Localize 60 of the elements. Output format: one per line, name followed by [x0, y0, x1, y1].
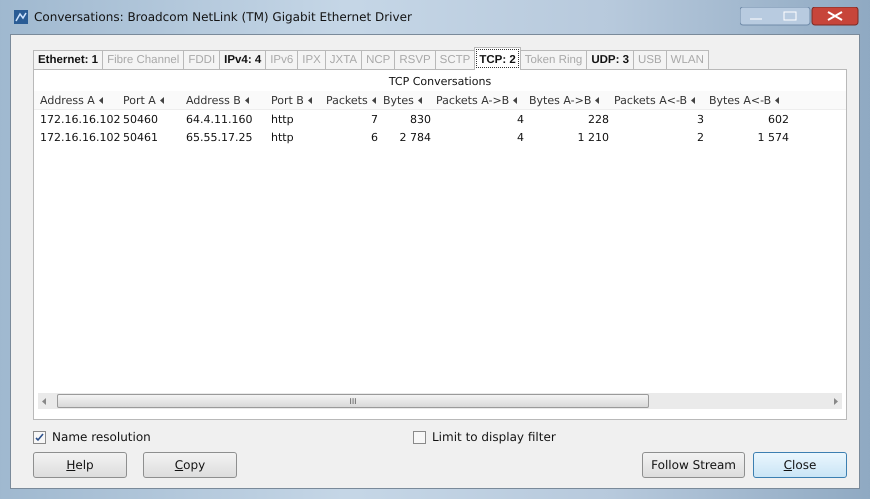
tab[interactable]: IPv4: 4 [219, 50, 266, 69]
table-cell-text: 50460 [123, 112, 159, 126]
window-title: Conversations: Broadcom NetLink (TM) Gigabit Ethernet Driver [34, 10, 412, 24]
table-cell-text: 6 [370, 130, 378, 144]
checkbox[interactable] [33, 430, 46, 444]
sort-arrow-icon [160, 96, 164, 104]
sort-arrow-icon [691, 96, 696, 104]
dialog-button[interactable]: Copy [143, 452, 237, 478]
table-cell-text: 830 [409, 112, 431, 126]
column-header[interactable]: Packets A<-B [614, 94, 688, 106]
scrollbar-thumb[interactable]: III [57, 394, 649, 408]
dialog-button[interactable]: Follow Stream [642, 452, 745, 478]
table-cell-text: http [271, 112, 295, 126]
table-cell-text: http [271, 130, 295, 144]
sort-arrow-icon [775, 96, 780, 104]
checkbox[interactable] [413, 430, 426, 444]
table-cell-text: 2 784 [398, 130, 431, 144]
column-header[interactable]: Packets [326, 94, 368, 106]
scroll-right-icon[interactable] [834, 398, 838, 404]
column-header[interactable]: Port A [123, 94, 156, 106]
table-cell-text: 2 [696, 130, 704, 144]
sort-arrow-icon [513, 96, 518, 104]
column-header[interactable]: Bytes A<-B [709, 94, 772, 106]
scroll-left-icon[interactable] [42, 398, 46, 404]
table-title: TCP Conversations [388, 74, 492, 90]
column-header[interactable]: Address A [40, 94, 95, 106]
table-cell: 172.16.16.102 [40, 130, 118, 144]
table-cell-text: 4 [516, 112, 524, 126]
table-cell: 172.16.16.102 [40, 112, 118, 126]
tab[interactable]: Ethernet: 1 [33, 50, 104, 69]
table-cell-text: 65.55.17.25 [186, 130, 254, 144]
sort-arrow-icon [98, 96, 103, 104]
table-cell-text: 602 [767, 112, 789, 126]
dialog-button[interactable]: Help [33, 452, 127, 478]
checkbox-label: Limit to display filter [432, 430, 556, 444]
sort-arrow-icon [418, 96, 422, 104]
table-cell-text: 3 [696, 112, 704, 126]
column-header[interactable]: Bytes [383, 94, 414, 106]
column-header[interactable]: Packets A->B [436, 94, 510, 106]
table-cell-text: 1 210 [576, 130, 609, 144]
table-cell-text: 64.4.11.160 [186, 112, 254, 126]
sort-arrow-icon [244, 96, 249, 104]
table-cell-text: 228 [587, 112, 609, 126]
table-cell-text: 4 [516, 130, 524, 144]
column-header[interactable]: Address B [186, 94, 241, 106]
sort-arrow-icon [372, 96, 376, 104]
sort-arrow-icon [308, 96, 312, 104]
dialog-button[interactable]: Close [753, 452, 847, 478]
tab[interactable]: UDP: 3 [586, 50, 634, 69]
table-cell-text: 50461 [123, 130, 159, 144]
column-header[interactable]: Bytes A->B [529, 94, 592, 106]
tab[interactable]: TCP: 2 [474, 47, 521, 70]
app-icon [14, 10, 28, 24]
sort-arrow-icon [595, 96, 600, 104]
table-cell-text: 1 574 [756, 130, 789, 144]
horizontal-scrollbar[interactable]: III [38, 393, 842, 409]
column-header[interactable]: Port B [271, 94, 304, 106]
table-cell-text: 7 [370, 112, 378, 126]
checkbox-label: Name resolution [52, 430, 151, 444]
window-controls-icon[interactable] [740, 7, 860, 27]
